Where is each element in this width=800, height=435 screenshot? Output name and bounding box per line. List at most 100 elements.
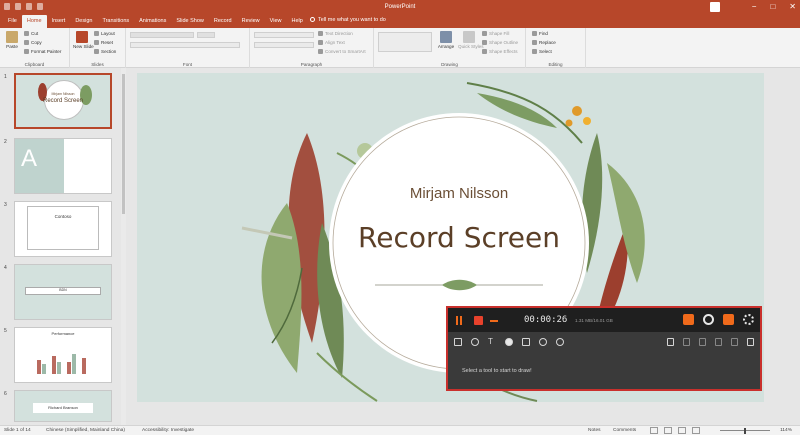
list-buttons[interactable]: [254, 32, 314, 38]
select-icon: [532, 49, 537, 54]
text-tool-icon[interactable]: T: [488, 338, 496, 346]
find-button[interactable]: Find: [532, 31, 548, 36]
layout-icon: [94, 31, 99, 36]
close-icon[interactable]: ✕: [789, 2, 796, 11]
image-tool-icon[interactable]: [522, 338, 530, 346]
zoom-tool-icon[interactable]: [539, 338, 547, 346]
section-button[interactable]: Section: [94, 49, 116, 54]
replace-button[interactable]: Replace: [532, 40, 556, 45]
fill-icon: [482, 31, 487, 36]
accessibility-indicator[interactable]: Accessibility: Investigate: [142, 428, 194, 433]
slide-subtitle[interactable]: Mirjam Nilsson: [374, 185, 544, 202]
thumbnail-number: 4: [4, 265, 7, 271]
font-format-buttons[interactable]: [130, 42, 240, 48]
reading-view-icon[interactable]: [678, 427, 686, 434]
thumbnail-slide-1[interactable]: Mirjam Nilsson Record Screen: [14, 73, 112, 129]
avatar[interactable]: [710, 2, 720, 12]
maximize-icon[interactable]: □: [770, 2, 775, 11]
slide-title[interactable]: Record Screen: [329, 221, 589, 254]
slideshow-view-icon[interactable]: [692, 427, 700, 434]
cut-button[interactable]: Cut: [24, 31, 38, 36]
alignment-buttons[interactable]: [254, 42, 314, 48]
stop-icon[interactable]: [474, 316, 483, 325]
pen-tool-icon[interactable]: [471, 338, 479, 346]
layout-label: Layout: [101, 31, 115, 36]
tab-file[interactable]: File: [3, 15, 22, 28]
thumbnail-scrollbar[interactable]: [121, 68, 126, 425]
edit-tools: [667, 338, 754, 346]
eraser-icon[interactable]: [667, 338, 674, 346]
thumbnail-slide-6[interactable]: Richard Branson: [14, 390, 112, 422]
minimize-recorder-icon[interactable]: [490, 320, 498, 322]
undo-icon[interactable]: [683, 338, 690, 346]
arrange-button[interactable]: Arrange: [436, 31, 456, 49]
format-painter-button[interactable]: Format Painter: [24, 49, 61, 54]
notes-button[interactable]: Notes: [588, 428, 601, 433]
quick-styles-label: Quick Styles: [458, 44, 484, 49]
reset-button[interactable]: Reset: [94, 40, 113, 45]
format-painter-label: Format Painter: [31, 49, 62, 54]
outline-icon: [482, 40, 487, 45]
slide-sorter-icon[interactable]: [664, 427, 672, 434]
lightbulb-icon: [310, 17, 315, 22]
tell-me-search[interactable]: Tell me what you want to do: [310, 17, 386, 23]
zoom-level[interactable]: 114%: [780, 428, 792, 433]
quick-styles-button[interactable]: Quick Styles: [458, 31, 484, 49]
title-bar: PowerPoint − □ ✕: [0, 0, 800, 14]
convert-smartart-button[interactable]: Convert to SmartArt: [318, 49, 366, 54]
redo-icon[interactable]: [699, 338, 706, 346]
thumbnail-title: Performance: [51, 331, 75, 336]
comments-button[interactable]: Comments: [613, 428, 636, 433]
copy-button[interactable]: Copy: [24, 40, 42, 45]
recorder-right-controls: [683, 314, 754, 325]
toolbox-icon[interactable]: [723, 314, 734, 325]
tab-design[interactable]: Design: [70, 15, 97, 28]
scrollbar-thumb[interactable]: [122, 74, 125, 214]
trash-icon[interactable]: [731, 338, 738, 346]
shape-outline-button[interactable]: Shape Outline: [482, 40, 518, 45]
copy-label: Copy: [31, 40, 42, 45]
clock-icon[interactable]: [703, 314, 714, 325]
thumbnail-slide-4[interactable]: BDN: [14, 264, 112, 320]
text-direction-button[interactable]: Text Direction: [318, 31, 353, 36]
rectangle-tool-icon[interactable]: [454, 338, 462, 346]
paste-button[interactable]: Paste: [4, 31, 20, 49]
thumbnail-slide-5[interactable]: Performance: [14, 327, 112, 383]
ribbon: Paste Cut Copy Format Painter Clipboard …: [0, 28, 800, 68]
thumbnail-slide-3[interactable]: Contoso: [14, 201, 112, 257]
tab-insert[interactable]: Insert: [47, 15, 71, 28]
new-slide-button[interactable]: New Slide: [73, 31, 94, 49]
clear-icon[interactable]: [715, 338, 722, 346]
tab-slide-show[interactable]: Slide Show: [171, 15, 209, 28]
tab-transitions[interactable]: Transitions: [97, 15, 134, 28]
layout-button[interactable]: Layout: [94, 31, 115, 36]
pause-icon[interactable]: [455, 316, 464, 325]
number-tool-icon[interactable]: [505, 338, 513, 346]
gear-icon[interactable]: [743, 314, 754, 325]
shape-fill-button[interactable]: Shape Fill: [482, 31, 509, 36]
exit-icon[interactable]: [747, 338, 754, 346]
normal-view-icon[interactable]: [650, 427, 658, 434]
zoom-slider-handle[interactable]: [744, 428, 746, 434]
tab-help[interactable]: Help: [287, 15, 308, 28]
tab-record[interactable]: Record: [209, 15, 237, 28]
thumbnail-number: 5: [4, 328, 7, 334]
tell-me-label: Tell me what you want to do: [318, 17, 386, 23]
tab-view[interactable]: View: [265, 15, 287, 28]
shapes-gallery[interactable]: [378, 32, 432, 52]
font-size-box[interactable]: [197, 32, 215, 38]
shape-effects-button[interactable]: Shape Effects: [482, 49, 518, 54]
select-button[interactable]: Select: [532, 49, 552, 54]
language-indicator[interactable]: Chinese (Simplified, Mainland China): [46, 428, 125, 433]
align-text-button[interactable]: Align Text: [318, 40, 345, 45]
font-name-box[interactable]: [130, 32, 194, 38]
thumbnail-title: Contoso: [54, 214, 72, 219]
spotlight-tool-icon[interactable]: [556, 338, 564, 346]
tab-home[interactable]: Home: [21, 15, 47, 28]
thumbnail-slide-2[interactable]: A: [14, 138, 112, 194]
camera-icon[interactable]: [683, 314, 694, 325]
minimize-icon[interactable]: −: [752, 2, 757, 11]
tab-animations[interactable]: Animations: [134, 15, 171, 28]
slides-group: New Slide Layout Reset Section Slides: [70, 28, 126, 68]
tab-review[interactable]: Review: [237, 15, 265, 28]
